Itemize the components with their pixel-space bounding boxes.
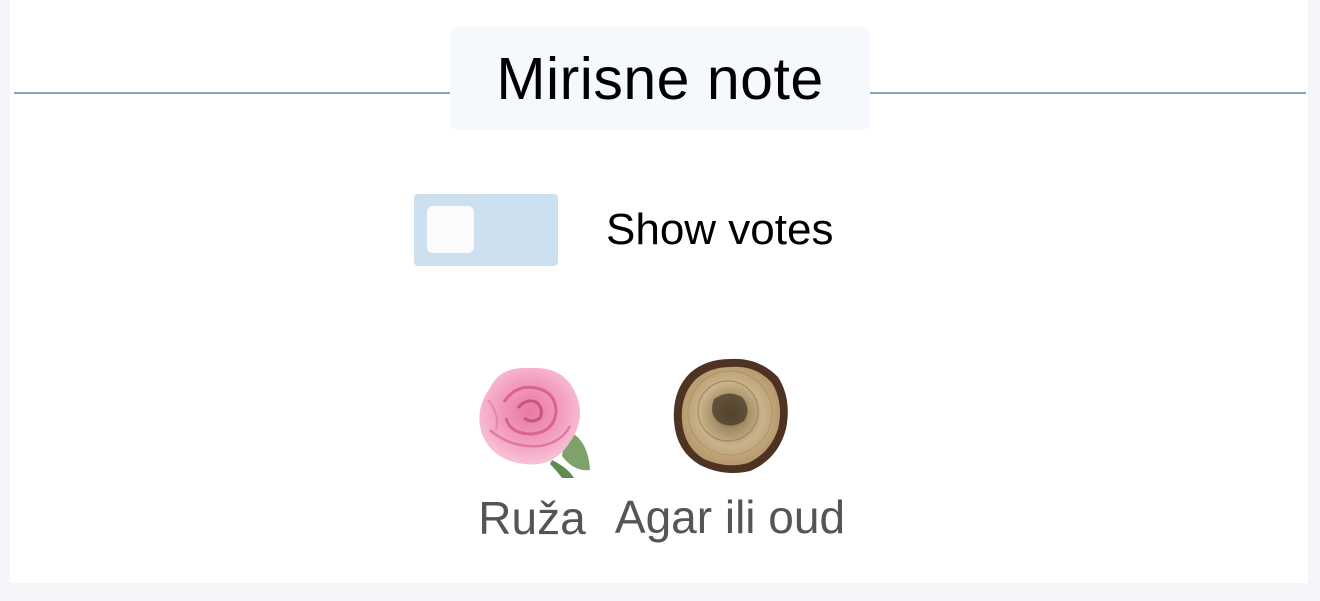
show-votes-label: Show votes (606, 205, 834, 254)
agarwood-icon (673, 358, 788, 473)
note-item-rose[interactable]: Ruža (470, 360, 594, 545)
toggle-knob (427, 206, 474, 253)
section-title: Mirisne note (496, 45, 824, 112)
note-name-rose: Ruža (478, 492, 586, 544)
section-title-box: Mirisne note (450, 27, 870, 130)
title-divider-left (14, 92, 450, 94)
title-divider-right (870, 92, 1306, 94)
note-name-agarwood: Agar ili oud (614, 491, 846, 543)
show-votes-toggle[interactable] (414, 194, 558, 266)
note-item-agarwood[interactable]: Agar ili oud (604, 355, 856, 544)
rose-icon (479, 367, 590, 478)
